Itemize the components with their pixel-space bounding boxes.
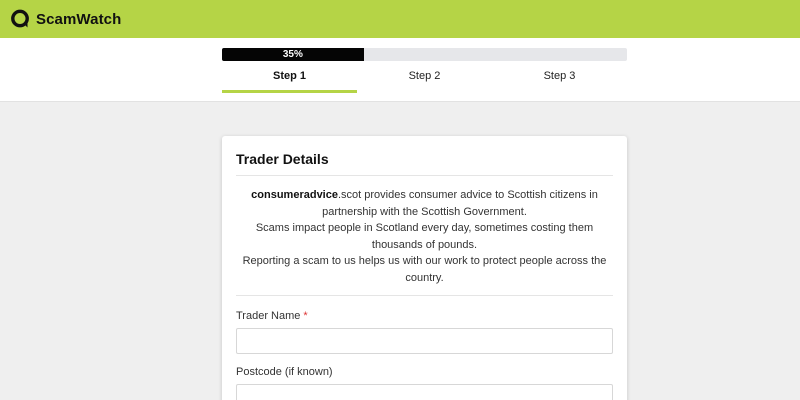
intro-paragraph-3: Reporting a scam to us helps us with our… xyxy=(242,255,607,284)
brand-name[interactable]: ScamWatch xyxy=(36,11,121,28)
intro-text: consumeradvice.scot provides consumer ad… xyxy=(236,176,613,296)
step-tab-1[interactable]: Step 1 xyxy=(222,66,357,93)
postcode-label: Postcode (if known) xyxy=(236,366,333,378)
postcode-input[interactable] xyxy=(236,384,613,400)
card-title: Trader Details xyxy=(236,136,613,176)
step-tab-3[interactable]: Step 3 xyxy=(492,66,627,92)
trader-name-input[interactable] xyxy=(236,328,613,354)
intro-paragraph-1: consumeradvice.scot provides consumer ad… xyxy=(240,187,609,220)
trader-name-label-text: Trader Name xyxy=(236,310,301,322)
progress-bar: 35% xyxy=(222,48,627,61)
intro-brand-suffix: .scot provides consumer advice to Scotti… xyxy=(322,189,598,218)
required-asterisk: * xyxy=(303,310,308,322)
intro-paragraph-2: Scams impact people in Scotland every da… xyxy=(255,222,594,251)
top-header-bar: ScamWatch xyxy=(0,0,800,38)
trader-name-label: Trader Name * xyxy=(236,310,613,322)
step-progress-panel: 35% Step 1 Step 2 Step 3 xyxy=(0,38,800,102)
step-tabs: Step 1 Step 2 Step 3 xyxy=(222,66,627,93)
speech-bubble-ring-icon xyxy=(10,9,30,29)
trader-details-card: Trader Details consumeradvice.scot provi… xyxy=(222,136,627,400)
progress-bar-fill: 35% xyxy=(222,48,364,61)
step-tab-2[interactable]: Step 2 xyxy=(357,66,492,92)
intro-brand-bold: consumeradvice xyxy=(251,189,338,201)
